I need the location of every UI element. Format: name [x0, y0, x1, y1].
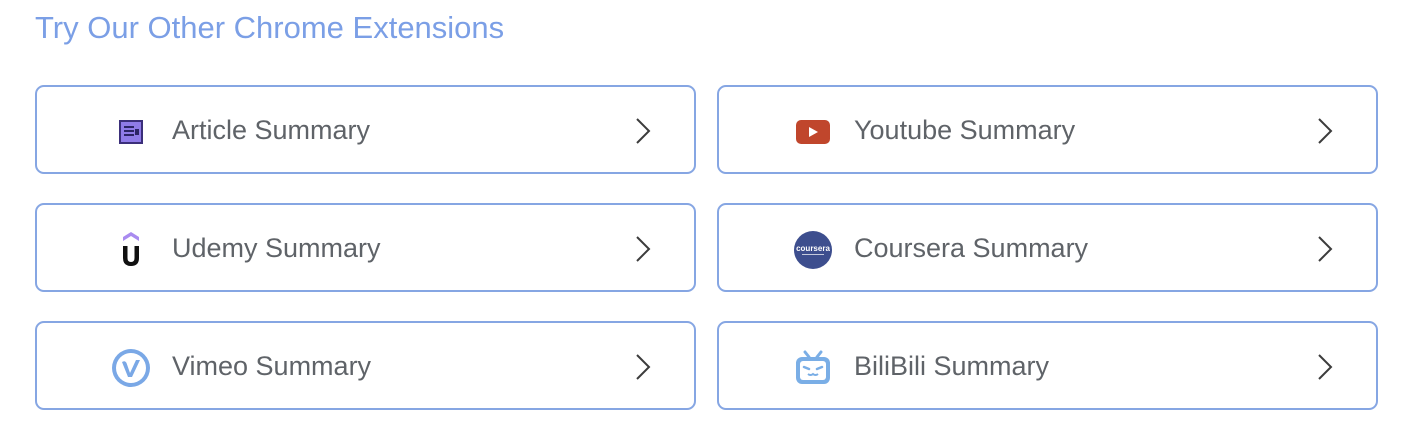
udemy-summary-card[interactable]: Udemy Summary [35, 203, 696, 292]
extensions-page: Try Our Other Chrome Extensions Article … [0, 0, 1417, 440]
article-summary-label: Article Summary [172, 115, 371, 145]
coursera-icon: coursera [793, 230, 833, 270]
vimeo-summary-label: Vimeo Summary [172, 351, 372, 381]
udemy-icon [111, 230, 151, 270]
chevron-right-icon [629, 116, 657, 146]
coursera-logo-text: coursera [796, 244, 830, 253]
coursera-summary-card[interactable]: coursera Coursera Summary [717, 203, 1378, 292]
youtube-icon [793, 112, 833, 152]
bilibili-summary-label: BiliBili Summary [854, 351, 1050, 381]
article-icon [111, 112, 151, 152]
article-summary-card[interactable]: Article Summary [35, 85, 696, 174]
chevron-right-icon [629, 352, 657, 382]
vimeo-icon [111, 348, 151, 388]
chevron-right-icon [629, 234, 657, 264]
coursera-summary-label: Coursera Summary [854, 233, 1089, 263]
bilibili-summary-card[interactable]: BiliBili Summary [717, 321, 1378, 410]
vimeo-summary-card[interactable]: Vimeo Summary [35, 321, 696, 410]
youtube-summary-label: Youtube Summary [854, 115, 1076, 145]
chevron-right-icon [1311, 234, 1339, 264]
youtube-summary-card[interactable]: Youtube Summary [717, 85, 1378, 174]
bilibili-icon [793, 348, 833, 388]
section-title: Try Our Other Chrome Extensions [35, 10, 505, 45]
chevron-right-icon [1311, 116, 1339, 146]
udemy-summary-label: Udemy Summary [172, 233, 381, 263]
chevron-right-icon [1311, 352, 1339, 382]
